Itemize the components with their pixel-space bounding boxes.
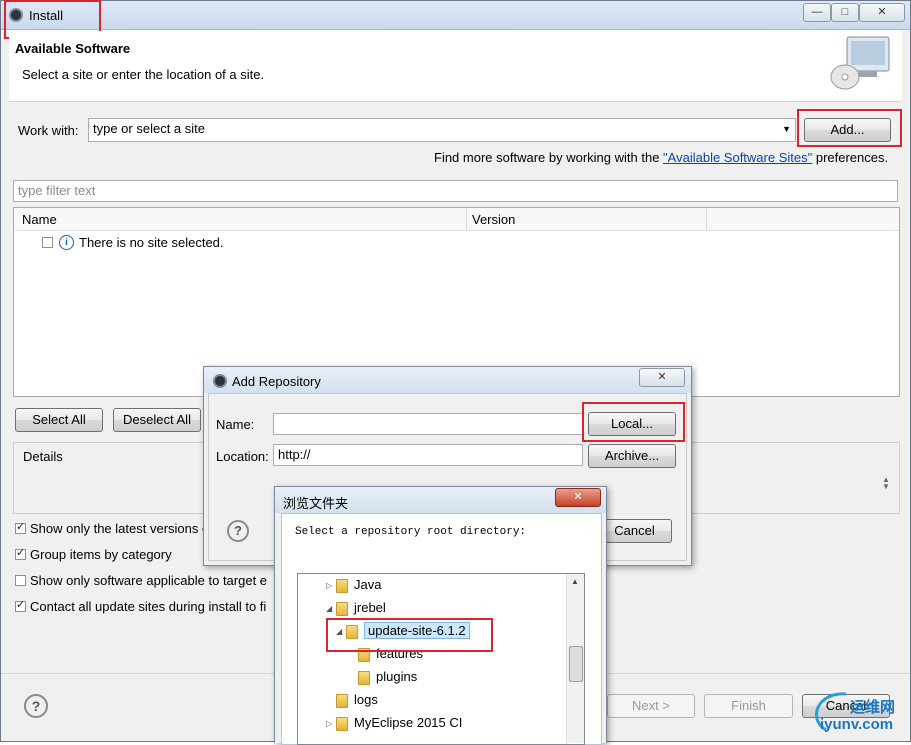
select-all-button[interactable]: Select All <box>15 408 103 432</box>
page-title: Available Software <box>15 41 131 56</box>
details-scroll-arrows[interactable]: ▲ ▼ <box>882 476 890 491</box>
minimize-button[interactable]: — <box>803 3 831 22</box>
browse-title: 浏览文件夹 <box>283 496 349 511</box>
location-label: Location: <box>216 449 269 464</box>
option-checkbox-group[interactable] <box>15 546 26 560</box>
option-label-group: Group items by category <box>30 547 172 562</box>
folder-icon <box>336 578 348 593</box>
archive-button[interactable]: Archive... <box>588 444 676 468</box>
option-label-target: Show only software applicable to target … <box>30 573 268 588</box>
work-with-combo[interactable]: type or select a site ▼ <box>88 118 796 142</box>
watermark-site-cn: 运维网 <box>850 699 896 716</box>
filter-input[interactable]: type filter text <box>13 180 898 202</box>
work-with-value: type or select a site <box>93 121 205 136</box>
install-banner-icon <box>830 36 890 90</box>
folder-icon <box>336 716 348 731</box>
close-button[interactable]: ✕ <box>859 3 905 22</box>
watermark-url: iyunv.com <box>820 716 894 733</box>
maximize-button[interactable]: □ <box>831 3 859 22</box>
browse-prompt: Select a repository root directory: <box>295 526 527 538</box>
tree-item-logs[interactable]: logs <box>336 690 378 710</box>
find-more-text: Find more software by working with the "… <box>434 150 889 165</box>
option-label-contact: Contact all update sites during install … <box>30 599 267 614</box>
tree-item-java[interactable]: ▷ Java <box>326 575 381 595</box>
add-repository-close[interactable]: ✕ <box>639 368 685 387</box>
title-bar: Install — □ ✕ <box>1 1 910 30</box>
expander-icon[interactable]: ◢ <box>326 599 336 619</box>
info-icon: i <box>59 235 74 250</box>
tree-item-jrebel[interactable]: ◢ jrebel <box>326 598 386 618</box>
details-label: Details <box>23 449 63 464</box>
option-checkbox-latest[interactable] <box>15 520 26 534</box>
highlight-update-site <box>326 618 493 652</box>
deselect-all-button[interactable]: Deselect All <box>113 408 201 432</box>
expander-icon[interactable]: ▷ <box>326 576 336 596</box>
folder-icon <box>358 670 370 685</box>
watermark-logo: 运维网 iyunv.com <box>806 690 906 738</box>
scroll-up-icon[interactable]: ▲ <box>571 577 579 586</box>
option-checkbox-contact[interactable] <box>15 598 26 612</box>
wizard-header: Available Software Select a site or ente… <box>9 31 902 102</box>
highlight-add-button <box>797 109 902 147</box>
help-icon[interactable]: ? <box>24 694 48 718</box>
location-input[interactable]: http:// <box>273 444 583 466</box>
column-name[interactable]: Name <box>22 212 57 227</box>
row-checkbox[interactable] <box>42 237 53 248</box>
folder-icon <box>336 693 348 708</box>
column-version[interactable]: Version <box>472 212 515 227</box>
add-repository-cancel[interactable]: Cancel <box>597 519 672 543</box>
option-label-latest: Show only the latest versions o <box>30 521 210 536</box>
available-sites-link[interactable]: "Available Software Sites" <box>663 150 812 165</box>
empty-table-message: There is no site selected. <box>79 235 224 250</box>
table-header: Name Version <box>14 208 899 231</box>
highlight-local-button <box>582 402 685 442</box>
work-with-label: Work with: <box>18 123 79 138</box>
eclipse-icon <box>213 374 227 388</box>
tree-item-plugins[interactable]: plugins <box>358 667 417 687</box>
option-checkbox-target[interactable] <box>15 575 26 586</box>
add-repository-title: Add Repository <box>232 374 321 389</box>
finish-button[interactable]: Finish <box>704 694 793 718</box>
folder-tree: ▷ Java ◢ jrebel ◢ update-site-6.1.2 feature… <box>297 573 585 745</box>
tree-scrollbar[interactable]: ▲ <box>566 574 584 743</box>
chevron-down-icon[interactable]: ▼ <box>782 119 791 139</box>
page-subtitle: Select a site or enter the location of a… <box>22 67 265 82</box>
name-label: Name: <box>216 417 255 432</box>
add-repository-titlebar: Add Repository ✕ <box>204 367 691 393</box>
browse-titlebar: 浏览文件夹 ✕ <box>275 487 606 513</box>
name-input[interactable] <box>273 413 583 435</box>
expander-icon[interactable]: ▷ <box>326 714 336 734</box>
tree-item-myeclipse[interactable]: ▷ MyEclipse 2015 CI <box>326 713 462 733</box>
next-button[interactable]: Next > <box>607 694 695 718</box>
browse-folder-dialog: 浏览文件夹 ✕ Select a repository root directo… <box>274 486 607 745</box>
folder-icon <box>336 601 348 616</box>
browse-close[interactable]: ✕ <box>555 488 601 507</box>
scroll-thumb[interactable] <box>569 646 583 682</box>
help-icon[interactable]: ? <box>227 520 249 542</box>
